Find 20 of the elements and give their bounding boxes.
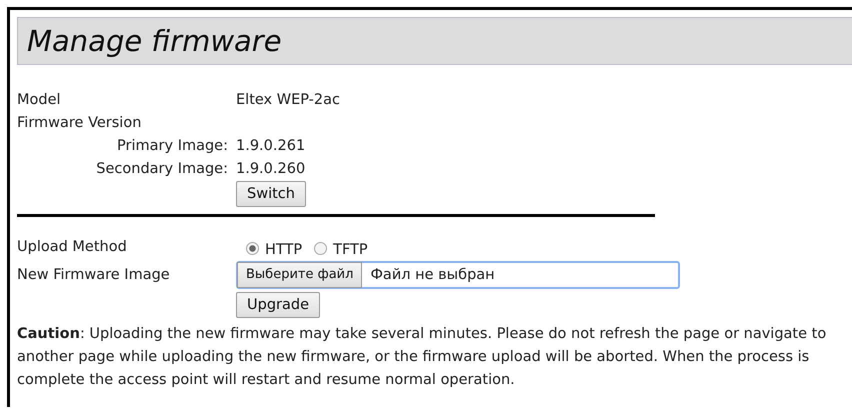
- choose-file-button[interactable]: Выберите файл: [237, 262, 362, 288]
- field-label: Upload Method: [17, 238, 128, 254]
- radio-label: HTTP: [265, 242, 302, 258]
- field-label: Model: [17, 91, 62, 110]
- section-label: Firmware Version: [17, 114, 142, 133]
- field-label: Secondary Image:: [95, 160, 229, 179]
- radio-button[interactable]: [246, 242, 259, 255]
- radio-button[interactable]: [314, 242, 328, 255]
- field-label: New Firmware Image: [17, 267, 171, 283]
- file-status: Файл не выбран: [370, 267, 495, 283]
- field-value: 1.9.0.260: [236, 160, 306, 179]
- switch-button[interactable]: Switch: [236, 181, 306, 207]
- field-label: Primary Image:: [116, 137, 229, 156]
- radio-label: TFTP: [333, 242, 368, 258]
- field-value: Eltex WEP-2ac: [236, 91, 340, 110]
- field-value: 1.9.0.261: [236, 137, 306, 156]
- upgrade-button[interactable]: Upgrade: [236, 292, 320, 318]
- page-title: Manage firmware: [27, 24, 282, 58]
- caution-text: Caution: Uploading the new firmware may take several minutes. Please do not refresh the page or navigate to another page while uploading the new firmware, or the firmware upload will be aborted. When the process is complete the access point will restart and resume normal operation.: [17, 325, 828, 390]
- file-input[interactable]: Выберите файл Файл не выбран: [236, 261, 680, 289]
